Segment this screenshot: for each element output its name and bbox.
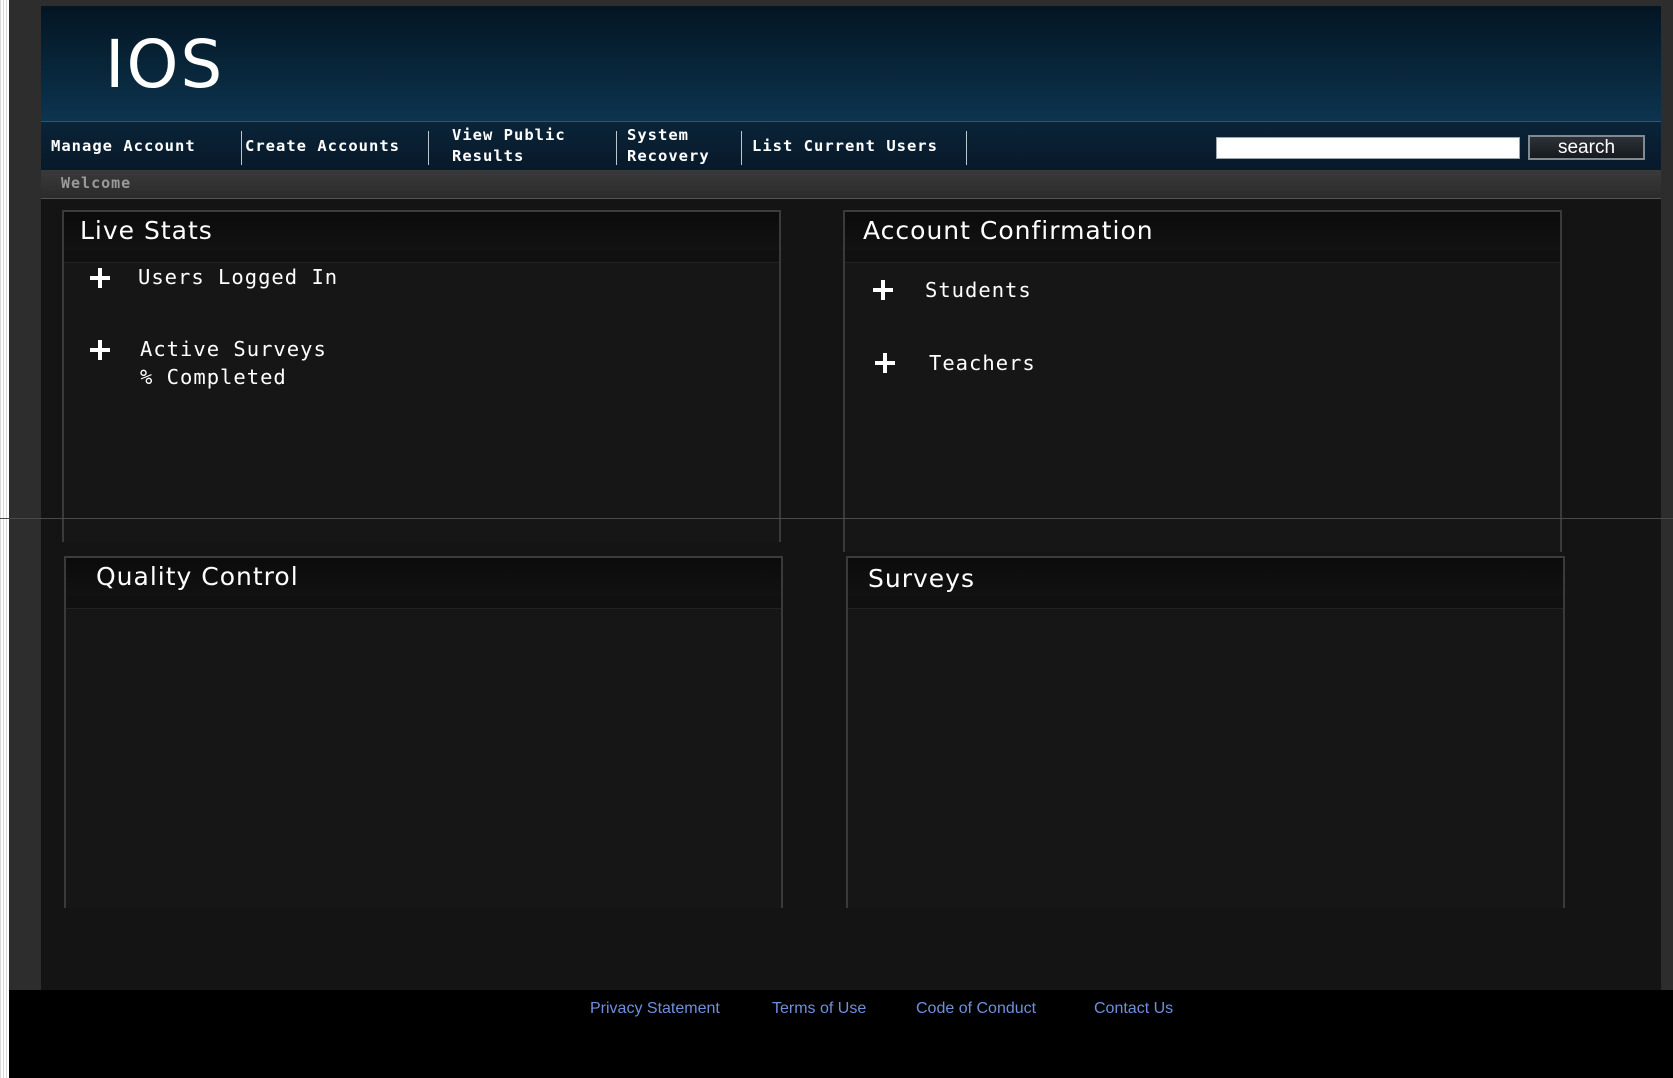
panel-header: Surveys xyxy=(848,556,1563,596)
live-stats-users-logged-in[interactable]: Users Logged In xyxy=(84,262,338,294)
header-banner: IOS xyxy=(41,6,1661,121)
footer-link-code-of-conduct[interactable]: Code of Conduct xyxy=(916,1000,1036,1018)
nav-separator xyxy=(966,131,967,165)
panel-header: Account Confirmation xyxy=(845,210,1560,250)
panel-header: Quality Control xyxy=(66,556,781,596)
nav-separator xyxy=(616,131,617,165)
nav-separator xyxy=(428,131,429,165)
app-logo: IOS xyxy=(105,26,225,103)
top-nav: Manage Account Create Accounts View Publ… xyxy=(41,121,1661,170)
footer-link-terms-of-use[interactable]: Terms of Use xyxy=(772,1000,866,1018)
search-input[interactable] xyxy=(1216,137,1520,159)
nav-view-public-results[interactable]: View Public Results xyxy=(452,122,592,170)
panel-title: Quality Control xyxy=(96,562,299,591)
account-confirmation-teachers[interactable]: Teachers xyxy=(869,347,1036,379)
app-window: IOS Manage Account Create Accounts View … xyxy=(9,0,1673,1078)
breadcrumb-welcome[interactable]: Welcome xyxy=(61,174,131,192)
plus-icon[interactable] xyxy=(84,262,116,294)
nav-create-accounts[interactable]: Create Accounts xyxy=(245,122,400,170)
live-stats-active-surveys[interactable]: Active Surveys % Completed xyxy=(84,334,327,391)
panel-title: Live Stats xyxy=(80,216,213,245)
item-label: Teachers xyxy=(929,351,1036,375)
panel-header-shadow xyxy=(66,596,781,609)
panel-header: Live Stats xyxy=(64,210,779,250)
item-sublabel: % Completed xyxy=(140,365,287,389)
item-label: Users Logged In xyxy=(138,265,339,289)
nav-system-recovery[interactable]: System Recovery xyxy=(627,122,731,170)
horizontal-rule xyxy=(0,518,1673,519)
footer-link-privacy-statement[interactable]: Privacy Statement xyxy=(590,1000,720,1018)
nav-separator xyxy=(241,131,242,165)
panel-live-stats: Live Stats Users Logged In Active Survey… xyxy=(62,210,781,542)
panel-quality-control: Quality Control xyxy=(64,556,783,908)
panel-title: Account Confirmation xyxy=(863,216,1154,245)
nav-manage-account[interactable]: Manage Account xyxy=(51,122,196,170)
nav-separator xyxy=(741,131,742,165)
footer-link-contact-us[interactable]: Contact Us xyxy=(1094,1000,1173,1018)
plus-icon[interactable] xyxy=(869,347,901,379)
main-shell: IOS Manage Account Create Accounts View … xyxy=(41,6,1661,990)
plus-icon[interactable] xyxy=(84,334,116,366)
item-label: Students xyxy=(925,278,1032,302)
footer: Privacy Statement Terms of Use Code of C… xyxy=(9,990,1673,1078)
panel-header-shadow xyxy=(848,596,1563,609)
plus-icon[interactable] xyxy=(867,274,899,306)
left-edge-stripe xyxy=(0,0,8,1078)
item-label-group: Active Surveys % Completed xyxy=(140,335,327,391)
panel-account-confirmation: Account Confirmation Students Teachers xyxy=(843,210,1562,552)
page-frame: IOS Manage Account Create Accounts View … xyxy=(9,0,1673,990)
account-confirmation-students[interactable]: Students xyxy=(867,274,1032,306)
search-button[interactable]: search xyxy=(1528,135,1645,160)
item-label: Active Surveys xyxy=(140,337,327,361)
breadcrumb: Welcome xyxy=(41,170,1661,199)
nav-list-current-users[interactable]: List Current Users xyxy=(752,122,938,170)
panel-title: Surveys xyxy=(868,564,975,593)
panel-surveys: Surveys xyxy=(846,556,1565,908)
panel-header-shadow xyxy=(845,250,1560,263)
